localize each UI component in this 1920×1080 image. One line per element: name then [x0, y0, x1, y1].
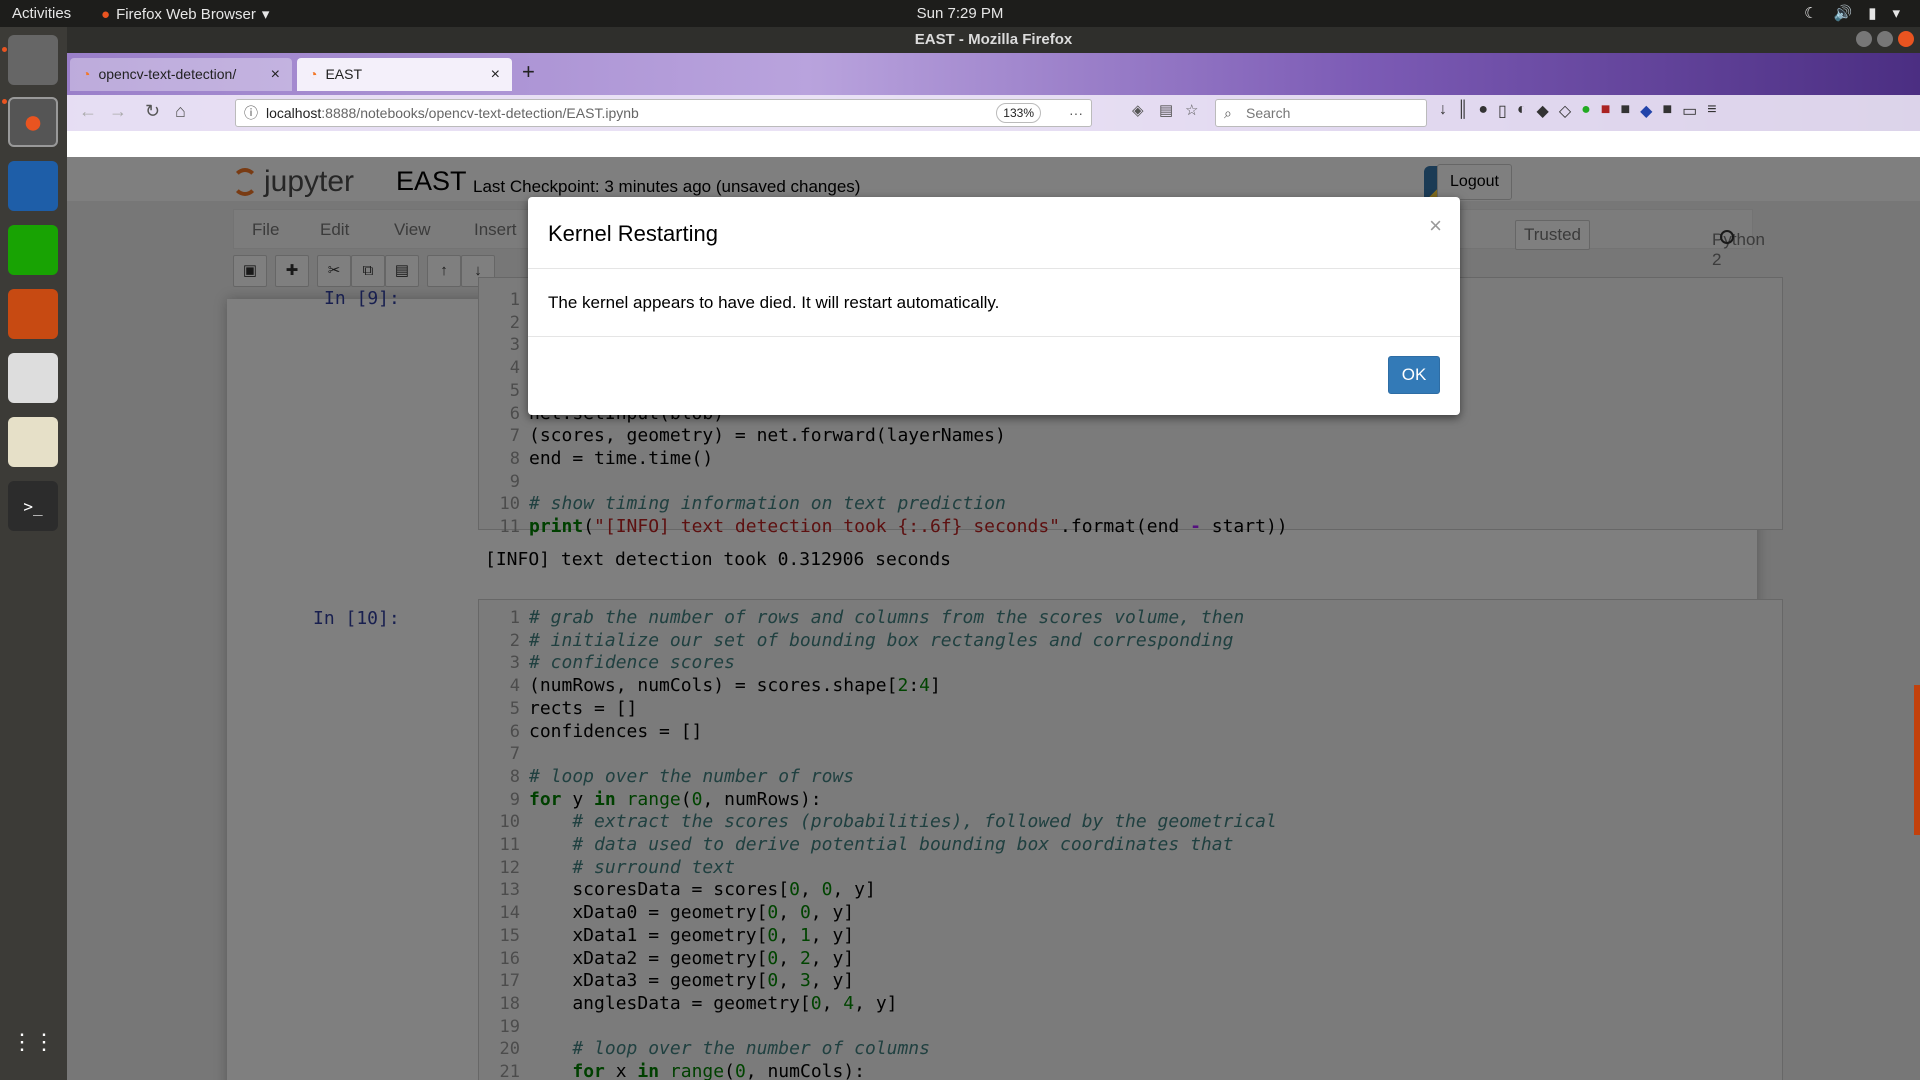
downloads-icon[interactable]: ↓ — [1439, 101, 1447, 121]
scrollbar-thumb[interactable] — [1914, 685, 1920, 835]
writer-icon[interactable] — [8, 161, 58, 211]
extension-icon[interactable]: ◆ — [1537, 101, 1549, 121]
extension-icon[interactable]: ◐ — [1517, 101, 1527, 121]
forward-icon[interactable]: → — [109, 101, 127, 122]
running-indicator — [2, 99, 7, 104]
files-icon[interactable] — [8, 35, 58, 85]
reader-view-icon[interactable]: ▤ — [1159, 101, 1173, 119]
volume-icon: 🔊 — [1833, 5, 1853, 22]
extension-icon[interactable]: ■ — [1601, 101, 1611, 121]
firefox-window: EAST - Mozilla Firefox ◔ opencv-text-dete… — [67, 27, 1920, 1080]
dialog-title: Kernel Restarting — [548, 221, 718, 246]
window-title: EAST - Mozilla Firefox — [914, 31, 1073, 48]
launcher-dock: ● >_ ⋮⋮ — [0, 27, 67, 1080]
url-path: :8888/notebooks/opencv-text-detection/EA… — [321, 105, 639, 121]
close-tab-icon[interactable]: × — [271, 58, 280, 91]
system-top-bar: Activities ● Firefox Web Browser ▾ Sun 7:2… — [0, 0, 1920, 27]
running-indicator — [2, 47, 7, 52]
document-viewer-icon[interactable] — [8, 353, 58, 403]
night-light-icon: ☾ — [1804, 5, 1818, 22]
firefox-icon[interactable]: ● — [8, 97, 58, 147]
extension-icon[interactable]: ▭ — [1682, 101, 1697, 121]
reload-icon[interactable]: ↻ — [145, 101, 160, 122]
url-bar[interactable]: ⓘ localhost:8888/notebooks/opencv-text-d… — [235, 99, 1092, 127]
chevron-down-icon: ▾ — [1892, 5, 1900, 22]
info-icon[interactable]: ⓘ — [244, 100, 258, 126]
back-icon[interactable]: ← — [79, 101, 97, 122]
extension-icon[interactable]: ◆ — [1640, 101, 1652, 121]
extension-icon[interactable]: ◇ — [1559, 101, 1571, 121]
browser-chrome: ◔ opencv-text-detection/ × ◔ EAST × + ← → ↻ … — [67, 53, 1920, 131]
dialog-header: Kernel Restarting × — [528, 197, 1460, 269]
search-icon: ⌕ — [1224, 105, 1232, 121]
close-icon[interactable]: × — [1429, 213, 1442, 239]
extension-icon[interactable]: ■ — [1620, 101, 1630, 121]
text-editor-icon[interactable] — [8, 417, 58, 467]
search-placeholder: Search — [1246, 105, 1291, 121]
window-titlebar[interactable]: EAST - Mozilla Firefox — [67, 27, 1920, 53]
tab-east[interactable]: ◔ EAST × — [297, 58, 512, 91]
jupyter-icon: ◔ — [82, 66, 91, 82]
tab-label: opencv-text-detection/ — [98, 66, 237, 82]
impress-icon[interactable] — [8, 289, 58, 339]
calc-icon[interactable] — [8, 225, 58, 275]
extension-icon[interactable]: ■ — [1662, 101, 1672, 121]
navigation-bar: ← → ↻ ⌂ ⓘ localhost:8888/notebooks/openc… — [67, 95, 1920, 131]
close-tab-icon[interactable]: × — [491, 58, 500, 91]
pocket-icon[interactable]: ◈ — [1132, 101, 1144, 119]
extension-icon[interactable]: ● — [1478, 101, 1488, 121]
page-actions-icon[interactable]: ··· — [1069, 100, 1083, 126]
extension-icon[interactable]: ● — [1581, 101, 1591, 121]
window-controls — [1856, 31, 1914, 47]
show-apps-icon[interactable]: ⋮⋮ — [8, 1017, 58, 1067]
extension-toolbar: ↓ ║ ● ▯ ◐ ◆ ◇ ● ■ ■ ◆ ■ ▭ ≡ — [1439, 101, 1717, 121]
minimize-button[interactable] — [1856, 31, 1872, 47]
kernel-restarting-dialog: Kernel Restarting × The kernel appears t… — [528, 197, 1460, 415]
clock[interactable]: Sun 7:29 PM — [0, 5, 1920, 22]
url-host: localhost — [266, 105, 322, 121]
battery-icon: ▮ — [1868, 5, 1877, 22]
home-icon[interactable]: ⌂ — [175, 101, 186, 122]
bookmark-star-icon[interactable]: ☆ — [1185, 101, 1198, 119]
terminal-icon[interactable]: >_ — [8, 481, 58, 531]
close-button[interactable] — [1898, 31, 1914, 47]
jupyter-page: jupyter EAST Last Checkpoint: 3 minutes … — [67, 157, 1920, 1080]
sidebar-icon[interactable]: ▯ — [1498, 101, 1507, 121]
zoom-indicator[interactable]: 133% — [996, 103, 1041, 123]
tab-strip: ◔ opencv-text-detection/ × ◔ EAST × + — [67, 53, 1920, 91]
dialog-message: The kernel appears to have died. It will… — [528, 269, 1460, 337]
tab-opencv[interactable]: ◔ opencv-text-detection/ × — [70, 58, 292, 91]
new-tab-button[interactable]: + — [522, 59, 535, 85]
library-icon[interactable]: ║ — [1457, 101, 1468, 121]
search-input[interactable]: ⌕ Search — [1215, 99, 1427, 127]
system-tray[interactable]: ☾ 🔊 ▮ ▾ — [1804, 4, 1900, 22]
menu-icon[interactable]: ≡ — [1707, 101, 1716, 121]
maximize-button[interactable] — [1877, 31, 1893, 47]
tab-label: EAST — [325, 66, 363, 82]
ok-button[interactable]: OK — [1388, 356, 1440, 394]
jupyter-icon: ◔ — [309, 66, 318, 82]
